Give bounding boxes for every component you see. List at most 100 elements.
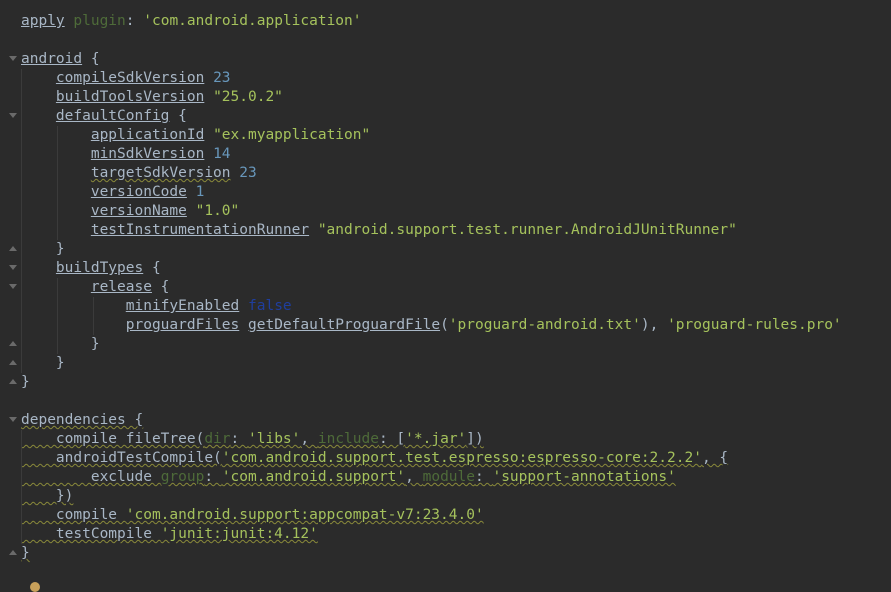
code-line[interactable]: minSdkVersion 14 [21,145,231,164]
fold-close-icon[interactable] [9,341,17,346]
code-token: { [151,279,170,295]
code-line[interactable]: compileSdkVersion 23 [21,69,231,88]
code-token: targetSdkVersion [90,165,231,181]
code-token: exclude [21,469,161,485]
fold-open-icon[interactable] [9,265,17,270]
code-line[interactable]: apply plugin: 'com.android.application' [21,12,362,31]
code-token: 'com.android.support.test.espresso:espre… [221,450,702,466]
code-line[interactable]: proguardFiles getDefaultProguardFile('pr… [21,316,842,335]
code-token: , { [701,450,729,466]
code-line[interactable]: dependencies { [21,411,143,430]
code-line[interactable]: testCompile 'junit:junit:4.12' [21,525,318,544]
code-token: 14 [213,146,231,162]
fold-close-icon[interactable] [9,360,17,365]
code-token: defaultConfig [55,108,170,124]
code-line[interactable]: buildToolsVersion "25.0.2" [21,88,283,107]
fold-open-icon[interactable] [9,284,17,289]
code-line[interactable]: compile fileTree(dir: 'libs', include: [… [21,430,484,449]
code-line[interactable]: }) [21,487,73,506]
bulb-icon[interactable] [30,582,40,592]
code-line[interactable]: defaultConfig { [21,107,187,126]
code-line[interactable]: versionCode 1 [21,183,205,202]
code-token: buildToolsVersion [55,89,205,105]
code-token: 'com.android.application' [143,13,362,29]
code-token: "android.support.test.runner.AndroidJUni… [317,222,737,238]
code-line[interactable]: android { [21,50,100,69]
code-token: { [82,51,100,67]
code-line[interactable]: buildTypes { [21,259,161,278]
code-token: buildTypes [55,260,144,276]
code-token: apply [21,13,65,29]
fold-open-icon[interactable] [9,113,17,118]
code-token: dependencies { [21,412,144,428]
code-line[interactable]: } [21,240,65,259]
code-token: 'support-annotations' [492,469,676,485]
code-token: release [90,279,152,295]
code-token: } [21,241,65,257]
indent-guide [93,297,94,335]
code-token: ( [440,317,449,333]
code-token: : [204,469,222,485]
code-line[interactable]: applicationId "ex.myapplication" [21,126,370,145]
indent-guide [21,69,22,373]
code-token: 'proguard-android.txt' [448,317,641,333]
code-token: androidTestCompile( [21,450,222,466]
code-line[interactable]: minifyEnabled false [21,297,292,316]
fold-open-icon[interactable] [9,417,17,422]
code-token: versionName [90,203,187,219]
code-token: } [21,336,100,352]
code-line[interactable]: } [21,335,100,354]
code-line[interactable]: } [21,373,30,392]
code-editor[interactable]: apply plugin: 'com.android.application' a… [0,0,891,592]
code-line[interactable]: compile 'com.android.support:appcompat-v… [21,506,484,525]
code-token: proguardFiles [125,317,240,333]
code-token: 'com.android.support' [221,469,406,485]
code-token: 23 [213,70,231,86]
fold-close-icon[interactable] [9,246,17,251]
code-token: compile [21,507,126,523]
code-token: } [21,355,65,371]
indent-guide [57,126,58,240]
code-line[interactable]: } [21,354,65,373]
code-token: }) [21,488,74,504]
code-line[interactable]: exclude group: 'com.android.support', mo… [21,468,676,487]
code-token: : [125,13,144,29]
indent-guide [21,430,22,544]
code-line[interactable]: versionName "1.0" [21,202,239,221]
code-token: 'com.android.support:appcompat-v7:23.4.0… [125,507,484,523]
code-token: 'proguard-rules.pro' [667,317,842,333]
code-line[interactable]: } [21,544,30,563]
code-token: module [422,469,475,485]
code-token: "ex.myapplication" [213,127,371,143]
fold-close-icon[interactable] [9,550,17,555]
code-line[interactable]: androidTestCompile('com.android.support.… [21,449,728,468]
code-token: "1.0" [195,203,240,219]
code-token: 'junit:junit:4.12' [160,526,318,542]
fold-close-icon[interactable] [9,379,17,384]
code-token: ]) [466,431,484,447]
code-token: android [21,51,83,67]
fold-open-icon[interactable] [9,56,17,61]
code-line[interactable]: release { [21,278,170,297]
code-token: { [169,108,187,124]
code-token: minSdkVersion [90,146,205,162]
code-token: ), [640,317,668,333]
code-token: include [317,431,379,447]
code-line[interactable]: testInstrumentationRunner "android.suppo… [21,221,737,240]
